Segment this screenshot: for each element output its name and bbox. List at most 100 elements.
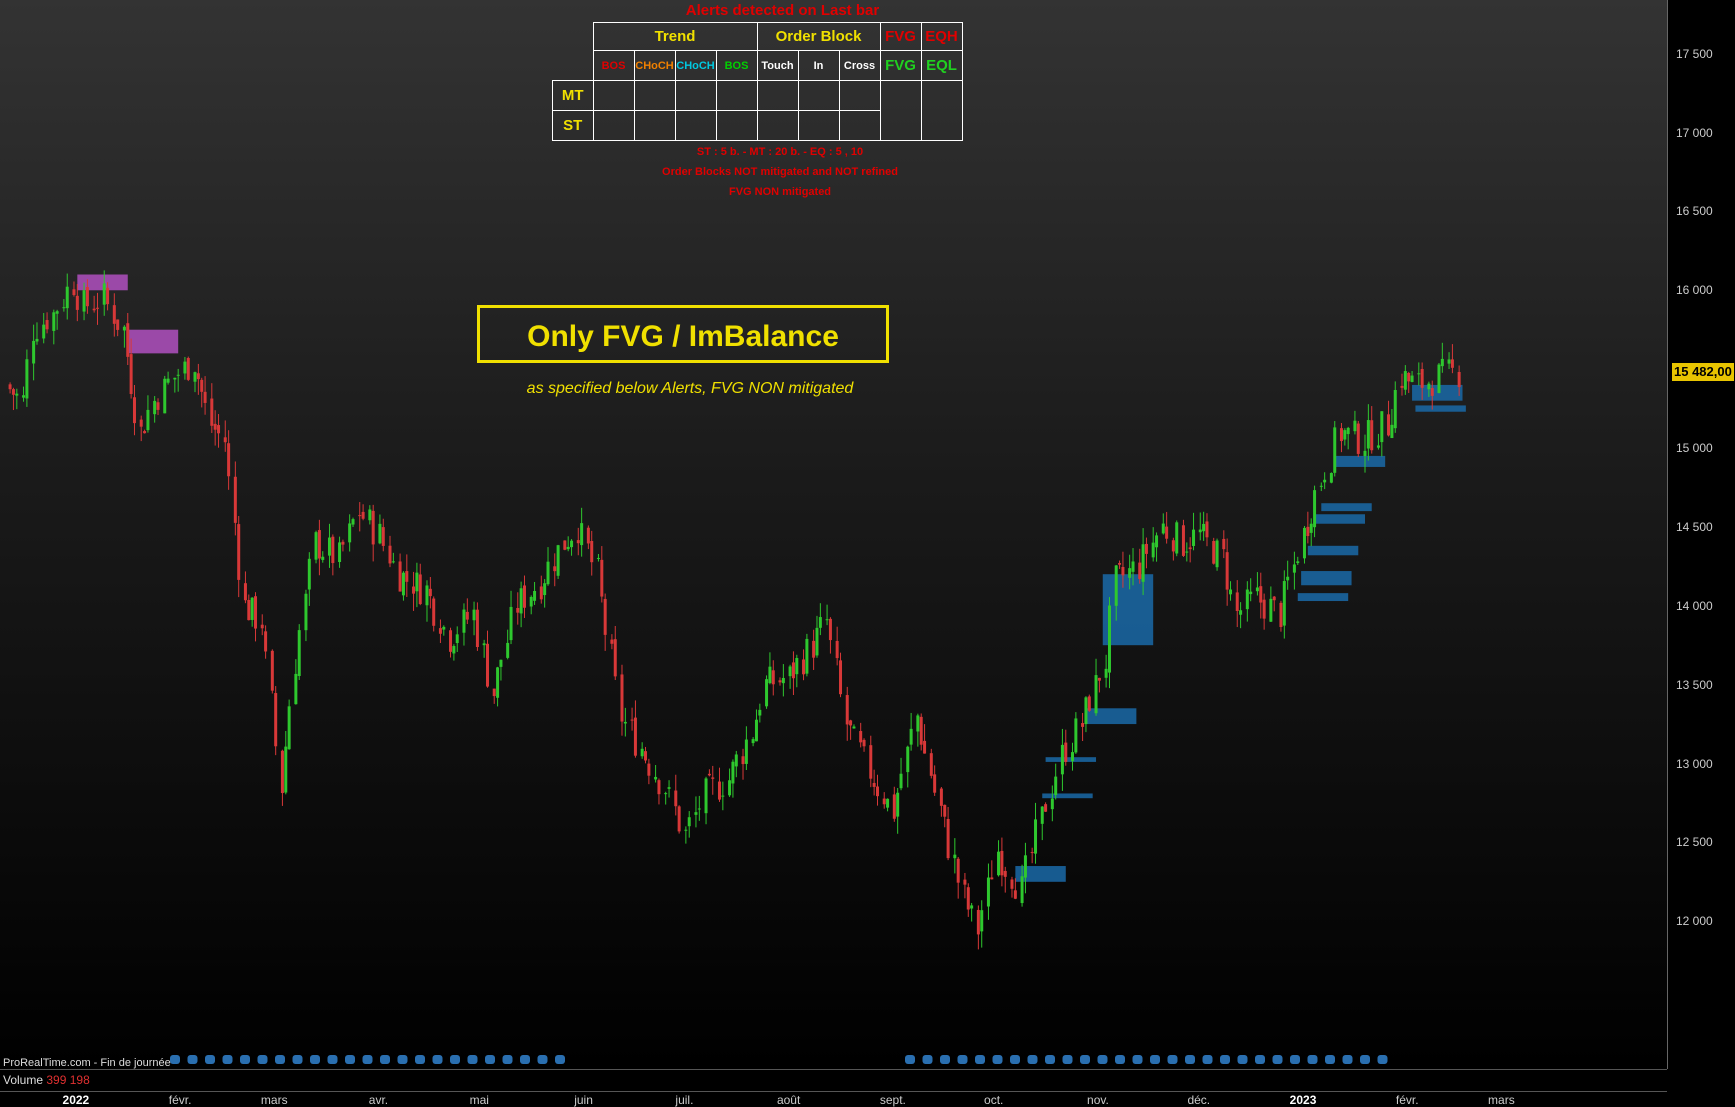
volume-marker xyxy=(275,1055,285,1064)
volume-marker xyxy=(310,1055,320,1064)
candle-body xyxy=(1376,445,1380,448)
candle-body xyxy=(499,659,503,667)
candle-body xyxy=(835,640,839,659)
price-tick-label: 16 000 xyxy=(1676,283,1713,298)
price-tick-label: 17 500 xyxy=(1676,46,1713,61)
note-params: ST : 5 b. - MT : 20 b. - EQ : 5 , 10 xyxy=(696,146,864,158)
candle-body xyxy=(486,643,489,687)
volume-marker xyxy=(1132,1055,1143,1064)
candle-body xyxy=(1030,852,1034,854)
candle-body xyxy=(828,618,832,641)
price-axis[interactable]: 17 500 17 000 16 500 16 000 15 000 14 500 14 0… xyxy=(1667,0,1735,1069)
fvg-green-header: FVG xyxy=(879,50,922,81)
price-tick-label: 15 000 xyxy=(1676,441,1713,456)
candle-body xyxy=(892,794,896,819)
fvg-zone xyxy=(1412,384,1463,401)
chart-title: Only FVG / ImBalance xyxy=(477,305,889,363)
volume-marker xyxy=(205,1055,215,1064)
candle-body xyxy=(1437,364,1441,393)
candle-body xyxy=(1141,544,1145,582)
chart-area[interactable]: Alerts detected on Last bar Trend Order … xyxy=(0,0,1667,1069)
candle-body xyxy=(116,319,120,330)
candle-body xyxy=(812,640,816,658)
candle-body xyxy=(401,572,405,596)
candle-body xyxy=(1118,563,1122,565)
candle-body xyxy=(405,571,409,582)
price-tick-label: 14 000 xyxy=(1676,598,1713,613)
candle-body xyxy=(1366,420,1370,449)
candle-body xyxy=(317,530,321,559)
candle-body xyxy=(412,586,416,594)
volume-marker xyxy=(222,1055,233,1064)
column-header-choch: CHoCH xyxy=(674,50,717,81)
alert-cell xyxy=(838,110,881,141)
time-tick-label: avr. xyxy=(368,1093,389,1107)
candle-body xyxy=(916,715,920,732)
alerts-table: Trend Order Block FVG EQH BOS CHoCH CHoC… xyxy=(552,22,963,141)
candle-body xyxy=(1198,529,1202,533)
candle-body xyxy=(254,596,258,629)
candle-body xyxy=(22,395,26,398)
candle-body xyxy=(677,806,681,832)
alert-cell xyxy=(797,110,840,141)
fvg-zone xyxy=(1334,455,1386,467)
candle-body xyxy=(1171,540,1175,552)
candle-body xyxy=(539,586,543,600)
volume-marker xyxy=(170,1055,180,1064)
candle-body xyxy=(644,751,648,761)
candle-body xyxy=(697,808,701,810)
candle-body xyxy=(1245,589,1249,610)
candle-body xyxy=(223,437,227,443)
candle-body xyxy=(1363,450,1367,457)
candle-body xyxy=(862,739,866,747)
candle-body xyxy=(1353,420,1357,432)
candle-body xyxy=(388,545,392,564)
candle-body xyxy=(1400,385,1404,388)
time-tick-label: févr. xyxy=(168,1093,192,1107)
candle-body xyxy=(52,312,56,331)
candle-body xyxy=(1427,383,1431,390)
candle-body xyxy=(929,753,933,776)
time-tick-label: 2023 xyxy=(1289,1093,1317,1107)
candle-body xyxy=(684,829,688,831)
candle-body xyxy=(348,523,352,543)
candle-body xyxy=(1131,561,1135,572)
candle-body xyxy=(791,662,795,679)
volume-marker xyxy=(240,1055,250,1064)
volume-marker xyxy=(292,1055,303,1064)
candle-body xyxy=(1165,526,1169,539)
candle-body xyxy=(153,400,157,415)
candle-body xyxy=(986,877,990,907)
volume-marker xyxy=(1377,1055,1388,1064)
volume-pane[interactable]: Volume 399 198 xyxy=(0,1069,1667,1092)
candle-body xyxy=(442,626,446,630)
candle-body xyxy=(600,559,604,597)
candle-body xyxy=(1060,744,1064,775)
candle-body xyxy=(633,717,637,756)
volume-marker xyxy=(1010,1055,1020,1064)
candle-body xyxy=(1306,526,1310,537)
time-axis[interactable]: 2022 févr. mars avr. mai juin juil. août sept. oc… xyxy=(0,1091,1667,1107)
candle-body xyxy=(25,359,29,399)
candle-body xyxy=(1430,388,1434,396)
candle-body xyxy=(1121,566,1125,576)
candle-body xyxy=(939,788,943,806)
candle-body xyxy=(331,536,335,564)
fvg-zone xyxy=(1085,708,1137,725)
candlestick-chart[interactable] xyxy=(0,0,1667,1069)
candle-body xyxy=(1081,723,1085,727)
candle-body xyxy=(654,776,658,780)
candle-body xyxy=(630,719,634,721)
volume-marker xyxy=(520,1055,530,1064)
candle-body xyxy=(728,780,732,796)
fvg-red-header: FVG xyxy=(879,22,922,51)
candle-body xyxy=(1272,596,1276,601)
candle-body xyxy=(1144,543,1148,554)
candle-body xyxy=(923,740,927,754)
candle-body xyxy=(163,378,167,414)
candle-body xyxy=(1302,527,1306,559)
volume-marker xyxy=(992,1055,1003,1064)
candle-body xyxy=(1202,523,1206,532)
candle-body xyxy=(1087,696,1091,711)
candle-body xyxy=(35,338,39,342)
